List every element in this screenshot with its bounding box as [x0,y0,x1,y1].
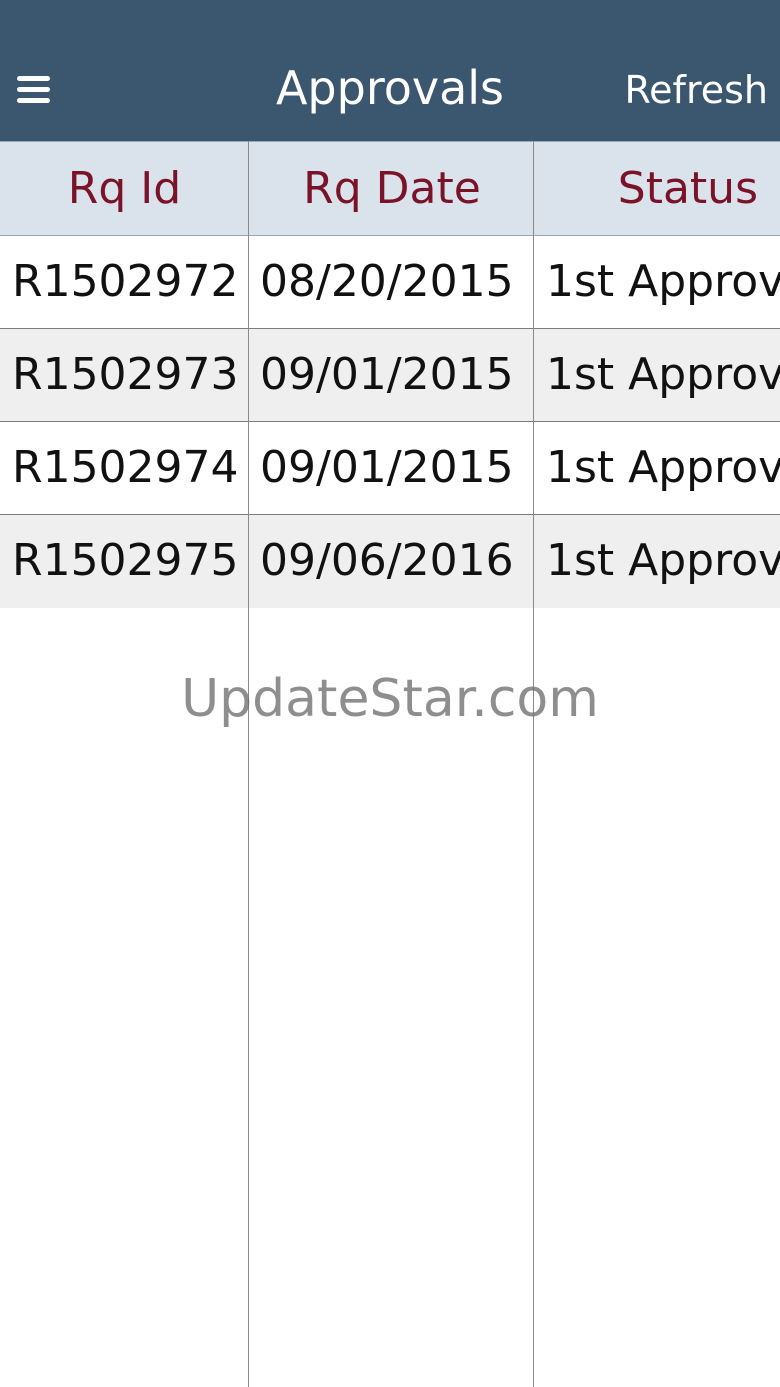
rq-id-cell: R1502975 [12,535,239,586]
status-cell: 1st Approv [546,442,780,493]
page-title: Approvals [275,61,505,115]
approvals-screen: Approvals Refresh Rq Id Rq Date Status R… [0,0,780,1387]
status-cell: 1st Approv [546,349,780,400]
rq-date-cell: 09/01/2015 [260,442,514,493]
rq-date-cell: 09/01/2015 [260,349,514,400]
table-row[interactable]: R1502974 09/01/2015 1st Approv [0,422,780,515]
column-divider [248,141,249,1387]
column-header-rq-id[interactable]: Rq Id [0,142,249,235]
rq-date-cell: 09/06/2016 [260,535,514,586]
table-row[interactable]: R1502975 09/06/2016 1st Approv [0,515,780,608]
menu-bar-top [17,76,50,81]
refresh-button[interactable]: Refresh [624,62,768,118]
status-cell: 1st Approv [546,535,780,586]
navigation-bar: Approvals Refresh [0,0,780,141]
table-row[interactable]: R1502973 09/01/2015 1st Approv [0,329,780,422]
column-header-status[interactable]: Status [535,142,780,235]
rq-id-cell: R1502973 [12,349,239,400]
hamburger-menu-icon[interactable] [12,68,56,112]
rq-id-cell: R1502974 [12,442,239,493]
column-header-rq-date[interactable]: Rq Date [250,142,534,235]
table-header-row: Rq Id Rq Date Status [0,141,780,236]
menu-bar-bottom [17,98,50,103]
rq-date-cell: 08/20/2015 [260,256,514,307]
rq-id-cell: R1502972 [12,256,239,307]
column-divider [533,141,534,1387]
table-row[interactable]: R1502972 08/20/2015 1st Approv [0,236,780,329]
status-cell: 1st Approv [546,256,780,307]
menu-bar-middle [17,87,50,92]
approvals-table: Rq Id Rq Date Status R1502972 08/20/2015… [0,141,780,1387]
